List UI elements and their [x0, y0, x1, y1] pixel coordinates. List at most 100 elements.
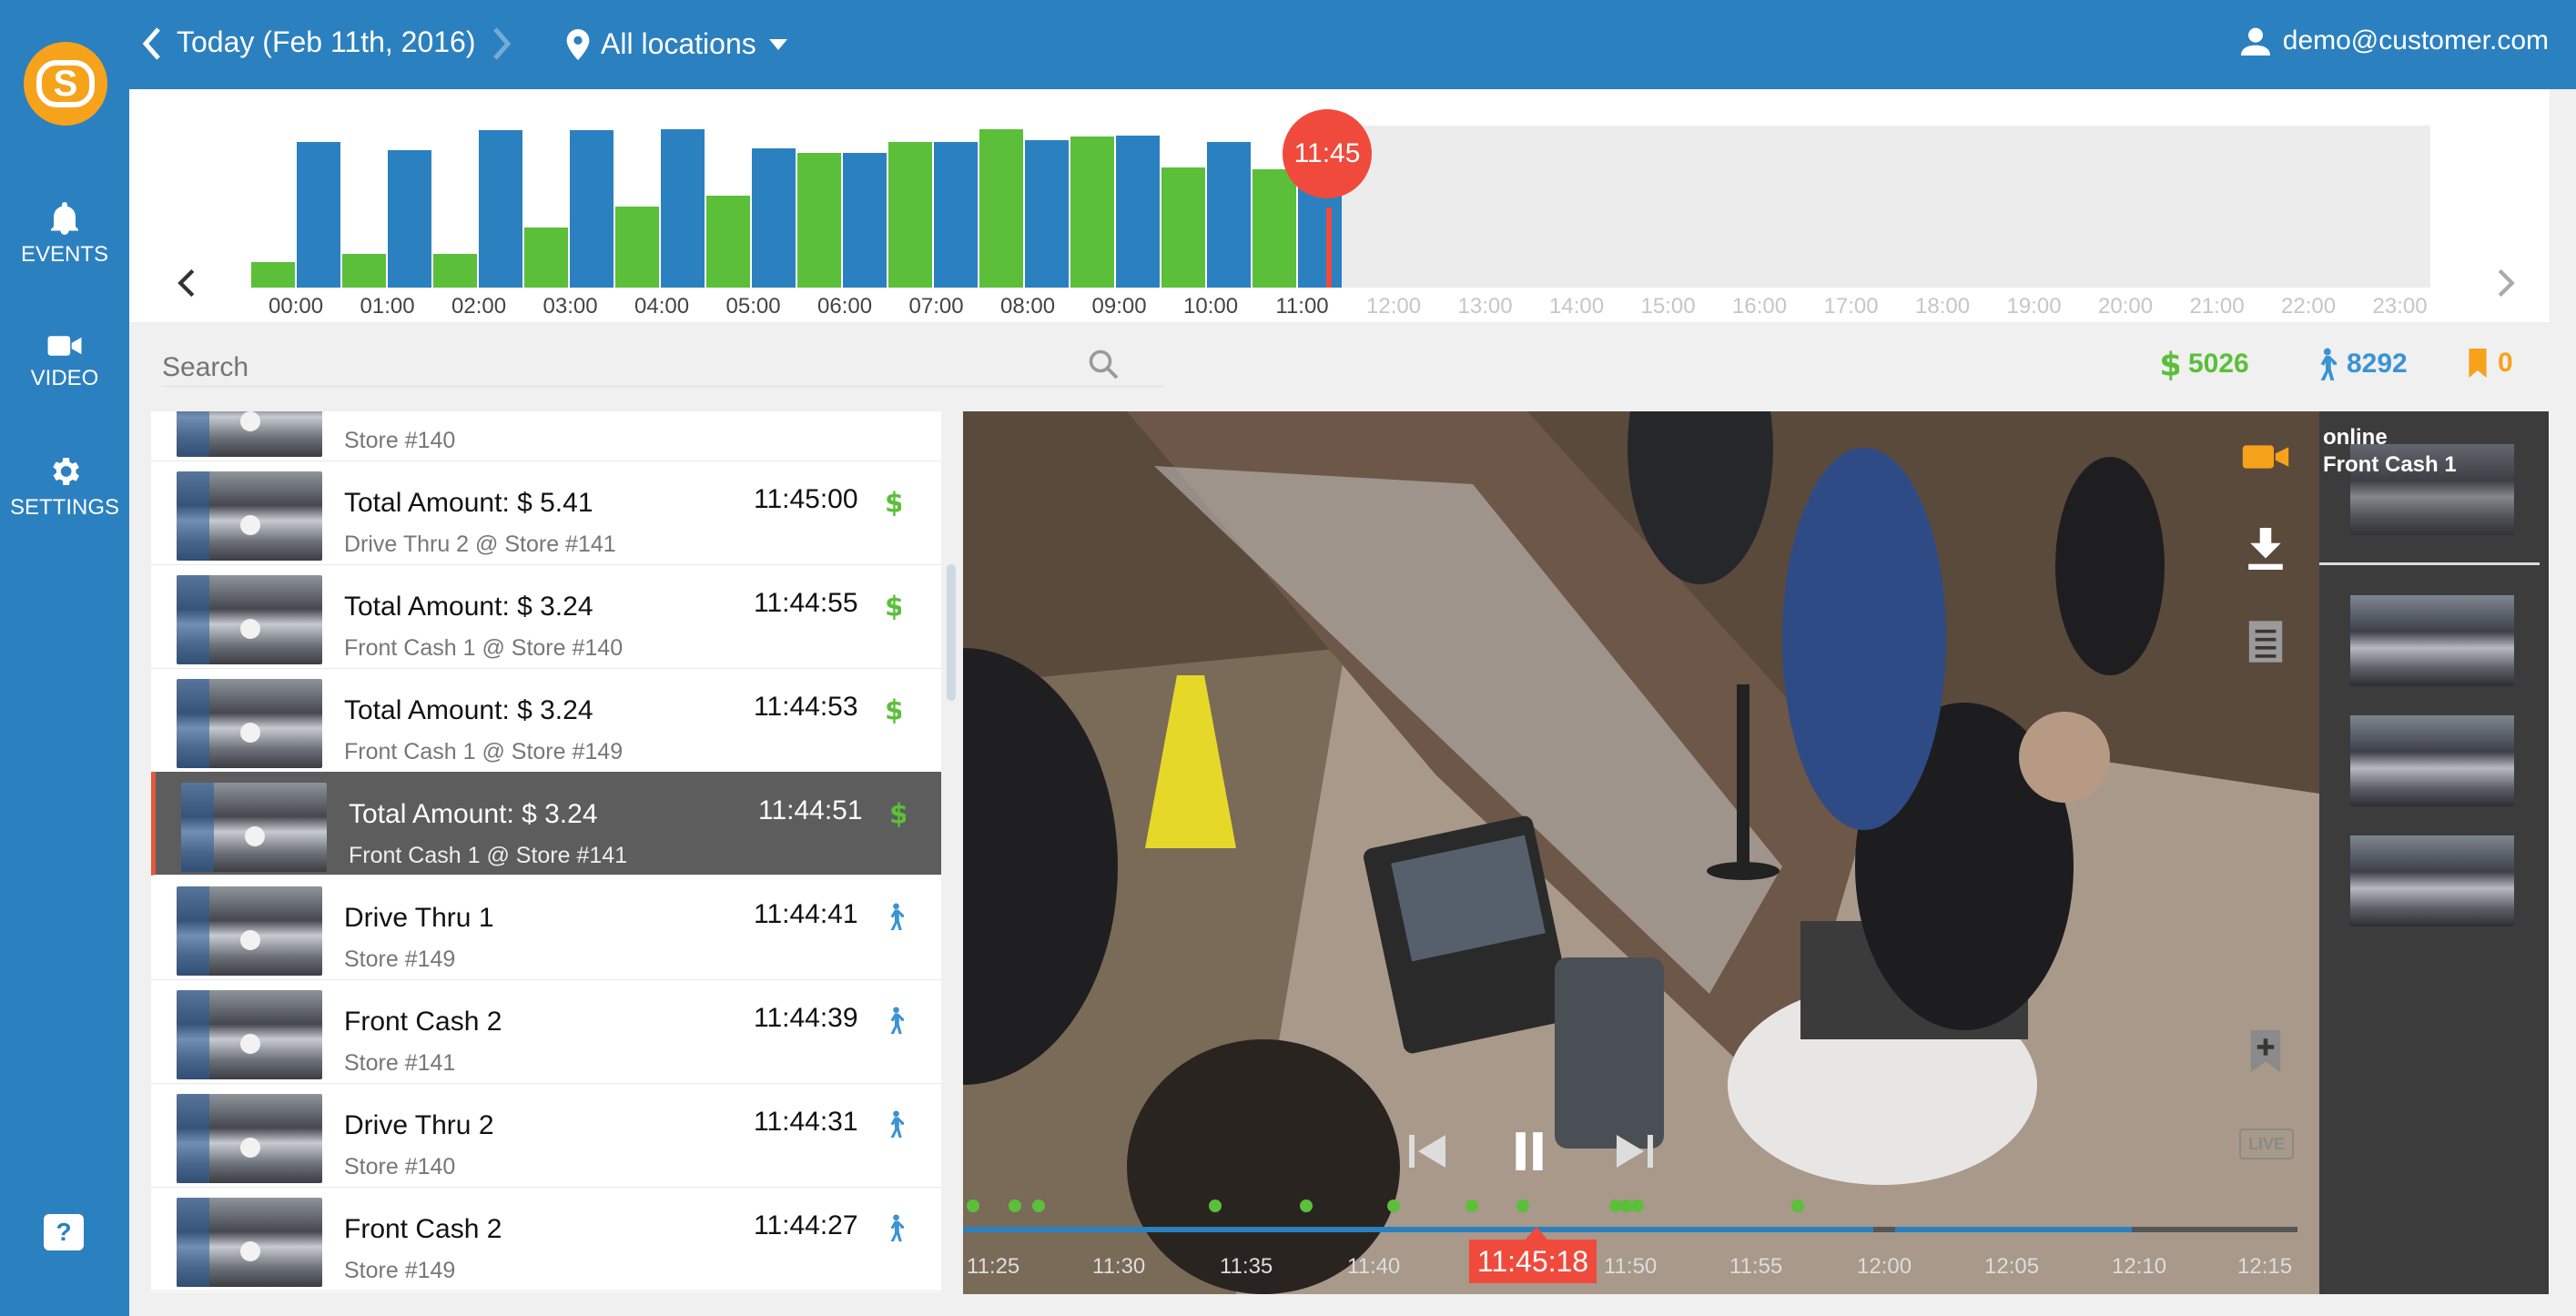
timeline-bar[interactable] — [342, 254, 386, 288]
sidebar-item-label: EVENTS — [20, 242, 109, 267]
timeline-marker[interactable]: 11:45 — [1283, 109, 1372, 198]
event-row[interactable]: Total Amount: $ 3.24 Front Cash 1 @ Store… — [151, 564, 941, 669]
event-thumbnail — [177, 886, 322, 976]
chevron-right-icon[interactable] — [490, 24, 515, 64]
download-icon[interactable] — [2246, 528, 2285, 570]
sidebar-item-settings[interactable]: SETTINGS — [0, 453, 129, 521]
timeline-prev-icon[interactable] — [177, 268, 197, 299]
event-title: Front Cash 2 — [344, 1214, 502, 1244]
timeline-hour-label: 08:00 — [1000, 294, 1056, 319]
stat-bookmarks[interactable]: 0 — [2467, 348, 2513, 379]
timeline-bar[interactable] — [251, 262, 295, 288]
event-row[interactable]: Drive Thru 2 Store #140 11:44:31 — [151, 1083, 941, 1188]
location-selector[interactable]: All locations — [566, 27, 787, 61]
stat-people[interactable]: 8292 — [2314, 348, 2408, 380]
timeline-bar[interactable] — [979, 129, 1023, 288]
timeline-bar[interactable] — [797, 153, 841, 288]
timeline-bar[interactable] — [1116, 136, 1160, 288]
timeline-bar[interactable] — [433, 254, 477, 288]
svg-text:$: $ — [885, 488, 901, 517]
event-title: Drive Thru 2 — [344, 1110, 494, 1140]
camera-thumb[interactable] — [2350, 595, 2514, 686]
event-row[interactable]: Total Amount: $ 5.41 Drive Thru 2 @ Store… — [151, 461, 941, 565]
search-icon[interactable] — [1087, 348, 1120, 380]
video-camera-icon — [47, 336, 82, 356]
date-label[interactable]: Today (Feb 11th, 2016) — [177, 25, 476, 59]
seek-event-dot[interactable] — [967, 1200, 979, 1212]
seek-event-dot[interactable] — [1387, 1200, 1400, 1212]
timeline-hour-label: 00:00 — [269, 294, 324, 319]
timeline[interactable]: 00:00 01:00 02:00 03:00 04:00 05:00 06:00 07:00… — [129, 89, 2550, 322]
event-row[interactable]: Front Cash 2 Store #149 11:44:27 — [151, 1187, 941, 1291]
timeline-next-icon[interactable] — [2496, 268, 2516, 299]
timeline-hour-label: 23:00 — [2372, 294, 2428, 319]
help-button[interactable]: ? — [44, 1214, 84, 1250]
seek-buffered-2 — [1895, 1227, 2132, 1232]
pause-icon[interactable] — [1509, 1130, 1549, 1172]
live-button[interactable]: LIVE — [2239, 1129, 2294, 1159]
add-bookmark-icon[interactable] — [2248, 1030, 2283, 1072]
timeline-hour-label: 14:00 — [1549, 294, 1605, 319]
event-title: Total Amount: $ 3.24 — [344, 695, 593, 725]
seek-event-dot[interactable] — [1009, 1200, 1021, 1212]
event-subtitle: Store #140 — [344, 1154, 456, 1179]
timeline-bar[interactable] — [843, 153, 887, 288]
seek-tick-label: 12:05 — [1984, 1254, 2040, 1279]
timeline-hour-label: 01:00 — [360, 294, 415, 319]
timeline-bar[interactable] — [297, 142, 340, 288]
seek-event-dot[interactable] — [1209, 1200, 1222, 1212]
current-time[interactable]: 11:45:18 — [1469, 1240, 1597, 1283]
timeline-bar[interactable] — [524, 228, 568, 288]
seek-buffered — [963, 1227, 1873, 1232]
timeline-bar[interactable] — [615, 207, 659, 288]
event-list-scrollbar[interactable] — [947, 564, 956, 701]
sidebar-item-events[interactable]: EVENTS — [0, 200, 129, 268]
seek-event-dot[interactable] — [1465, 1200, 1478, 1212]
seek-event-dot[interactable] — [1032, 1200, 1045, 1212]
seek-event-dot[interactable] — [1516, 1200, 1529, 1212]
timeline-bar[interactable] — [706, 196, 750, 288]
chevron-left-icon[interactable] — [138, 24, 164, 64]
sidebar-item-label: SETTINGS — [9, 495, 119, 520]
event-thumbnail — [177, 471, 322, 561]
timeline-bar[interactable] — [752, 148, 796, 288]
user-menu[interactable]: demo@customer.com — [2240, 25, 2549, 56]
search-input[interactable] — [162, 349, 1163, 387]
timeline-bar[interactable] — [1025, 140, 1069, 288]
camera-thumb[interactable] — [2350, 715, 2514, 806]
event-row[interactable]: Total Amount: $ 3.24 Front Cash 1 @ Store… — [151, 772, 941, 876]
event-row[interactable]: Front Cash 2 Store #141 11:44:39 — [151, 979, 941, 1084]
logo[interactable]: S — [24, 42, 107, 126]
timeline-bar[interactable] — [934, 142, 978, 288]
camera-icon[interactable] — [2241, 440, 2290, 473]
seek-event-dot[interactable] — [1791, 1200, 1804, 1212]
timeline-bar[interactable] — [1070, 137, 1114, 288]
timeline-bar[interactable] — [661, 129, 705, 288]
timeline-bar[interactable] — [479, 130, 522, 288]
camera-status-text: online — [2323, 425, 2388, 450]
event-row[interactable]: Total Amount: $ 3.24 Front Cash 1 @ Store… — [151, 668, 941, 773]
video-player[interactable]: LIVE 11:25 11:30 11:35 11:40 11:50 11:55 12:00… — [963, 411, 2319, 1294]
skip-forward-icon[interactable] — [1615, 1132, 1655, 1170]
camera-divider — [2319, 562, 2540, 565]
stat-money[interactable]: $ 5026 — [2159, 348, 2249, 380]
event-list[interactable]: Store #140 Total Amount: $ 5.41 Drive Thru… — [151, 411, 941, 1292]
timeline-bar[interactable] — [570, 130, 614, 288]
sidebar-item-video[interactable]: VIDEO — [0, 331, 129, 391]
timeline-bar[interactable] — [888, 142, 932, 288]
skip-back-icon[interactable] — [1407, 1132, 1447, 1170]
camera-status: online Front Cash 1 — [2323, 424, 2457, 479]
timeline-bar[interactable] — [388, 150, 431, 288]
event-row[interactable]: Store #140 — [151, 411, 941, 461]
event-time: 11:44:27 — [754, 1210, 858, 1240]
document-icon[interactable] — [2246, 619, 2285, 664]
seek-event-dot[interactable] — [1631, 1200, 1644, 1212]
seek-event-dot[interactable] — [1300, 1200, 1313, 1212]
timeline-bar[interactable] — [1161, 167, 1205, 288]
event-row[interactable]: Drive Thru 1 Store #149 11:44:41 — [151, 876, 941, 980]
timeline-bar[interactable] — [1253, 169, 1296, 288]
event-kind: $ — [885, 695, 904, 729]
camera-thumb[interactable] — [2350, 835, 2514, 926]
camera-name: Front Cash 1 — [2323, 452, 2457, 477]
timeline-bar[interactable] — [1207, 142, 1251, 288]
